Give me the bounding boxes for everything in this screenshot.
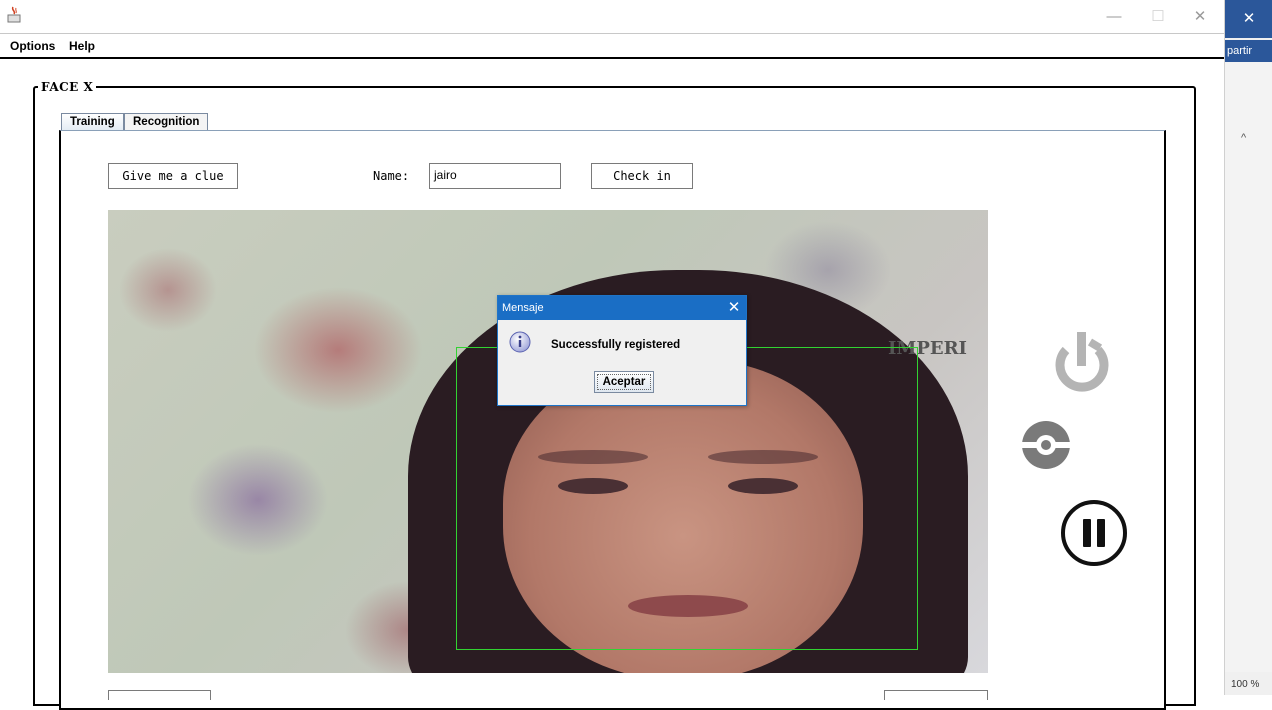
group-title: FACE X: [38, 80, 97, 94]
bottom-right-button[interactable]: [884, 690, 988, 700]
side-close-button[interactable]: ✕: [1225, 0, 1272, 38]
info-icon: [509, 331, 531, 353]
pause-icon[interactable]: [1058, 497, 1130, 569]
accept-button[interactable]: Aceptar: [594, 371, 654, 393]
window-title-bar: — ☐ ✕: [0, 0, 1224, 34]
chevron-up-icon[interactable]: ^: [1241, 132, 1246, 144]
name-input[interactable]: jairo: [429, 163, 561, 189]
side-window-label[interactable]: partir: [1225, 40, 1272, 62]
tab-recognition[interactable]: Recognition: [124, 113, 209, 130]
dialog-close-button[interactable]: ✕: [722, 296, 746, 320]
name-label: Name:: [373, 169, 410, 183]
dialog-message: Successfully registered: [551, 339, 681, 351]
maximize-button[interactable]: ☐: [1148, 8, 1168, 26]
message-dialog: Mensaje ✕ Successfully registered Acepta…: [497, 295, 747, 406]
menu-bar: Options Help: [0, 35, 1224, 59]
menu-options[interactable]: Options: [10, 39, 55, 53]
bottom-left-button[interactable]: [108, 690, 211, 700]
power-icon[interactable]: [1046, 328, 1118, 400]
camera-view: IMPERI: [108, 210, 988, 673]
give-clue-button[interactable]: Give me a clue: [108, 163, 238, 189]
minimize-button[interactable]: —: [1104, 8, 1124, 26]
menu-help[interactable]: Help: [69, 39, 95, 53]
dialog-title: Mensaje: [498, 296, 746, 320]
record-icon[interactable]: [1018, 420, 1074, 470]
side-window-strip: ✕ partir ^ 100 %: [1224, 0, 1272, 695]
check-in-button[interactable]: Check in: [591, 163, 693, 189]
side-scrollbar[interactable]: [1225, 62, 1272, 672]
zoom-level: 100 %: [1231, 679, 1260, 690]
java-app-icon: [7, 6, 21, 23]
close-window-button[interactable]: ✕: [1190, 8, 1210, 26]
tab-training[interactable]: Training: [61, 113, 124, 130]
